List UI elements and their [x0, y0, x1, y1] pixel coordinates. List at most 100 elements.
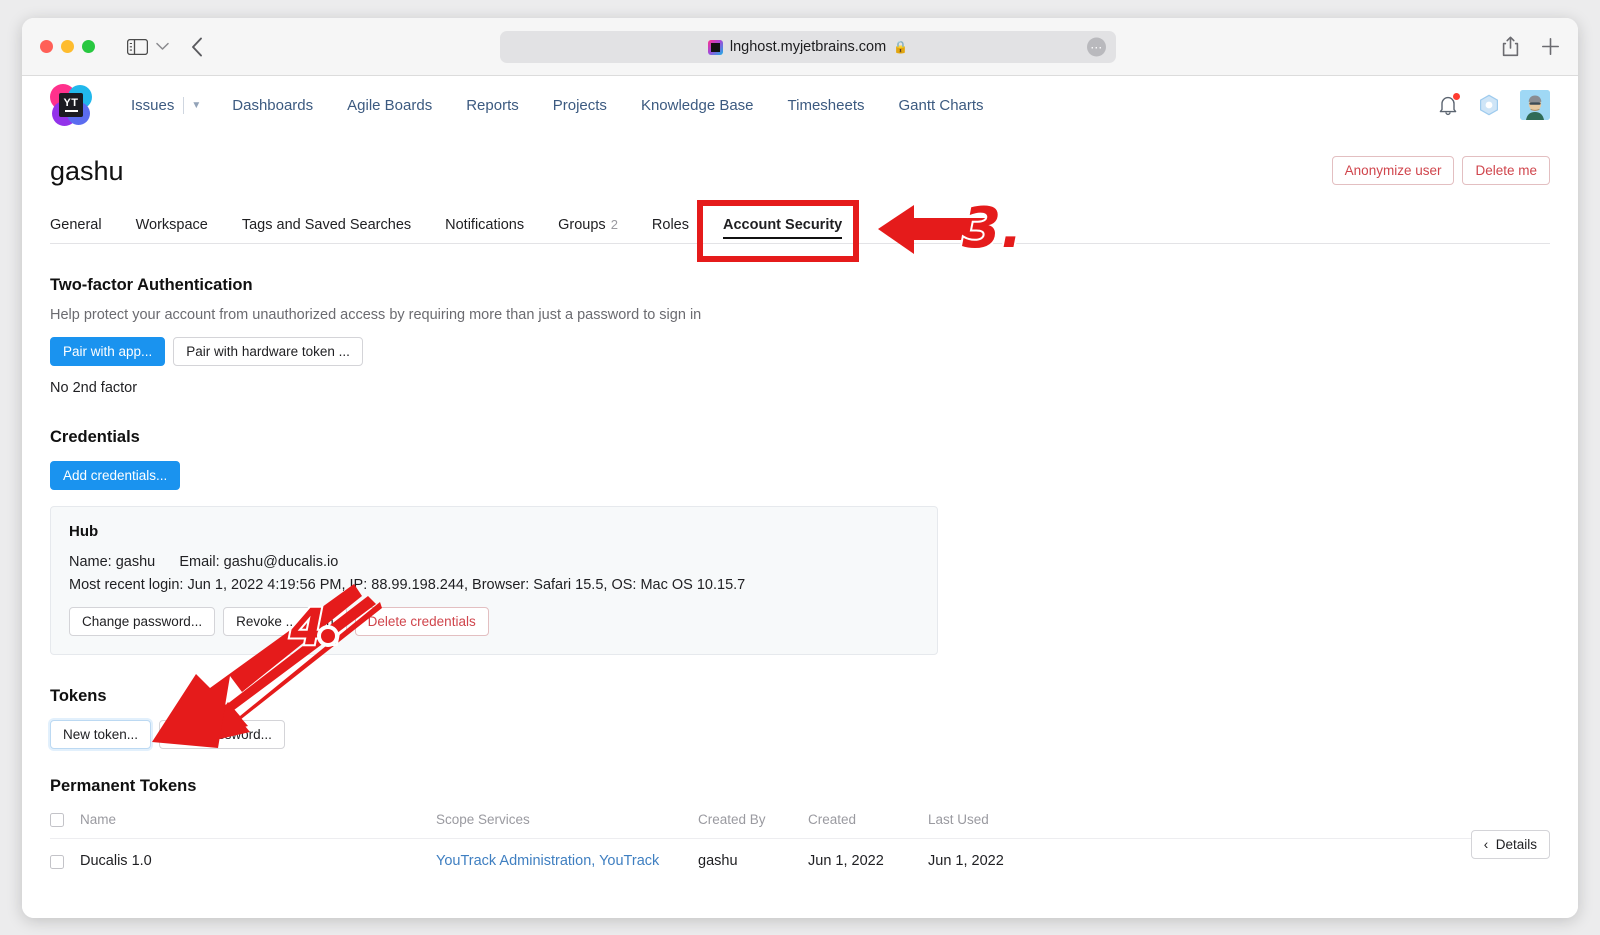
tab-label: Workspace: [136, 217, 208, 233]
hub-card-title: Hub: [69, 523, 919, 540]
two-factor-description: Help protect your account from unauthori…: [50, 307, 1550, 323]
avatar[interactable]: [1520, 90, 1550, 120]
tab-label: Notifications: [445, 217, 524, 233]
page-actions: Anonymize user Delete me: [1332, 156, 1550, 185]
logo-text: YT: [63, 98, 78, 108]
bell-icon[interactable]: [1438, 94, 1458, 116]
url-text: lnghost.myjetbrains.com: [730, 39, 886, 55]
maximize-window-button[interactable]: [82, 40, 95, 53]
details-button-wrap: ‹ Details: [1471, 830, 1550, 859]
column-scope[interactable]: Scope Services: [436, 812, 698, 839]
cell-created-by: gashu: [698, 839, 808, 870]
back-chevron-icon[interactable]: [191, 37, 203, 57]
credentials-buttons: Add credentials...: [50, 461, 1550, 490]
nav-item-agile-boards[interactable]: Agile Boards: [330, 97, 449, 114]
row-checkbox[interactable]: [50, 855, 64, 869]
nav-item-gantt-charts[interactable]: Gantt Charts: [882, 97, 1001, 114]
site-favicon-icon: [708, 40, 723, 55]
hub-name: Name: gashu: [69, 554, 155, 570]
column-created[interactable]: Created: [808, 812, 928, 839]
hub-email: Email: gashu@ducalis.io: [179, 554, 338, 570]
app-header: YT Issues ▼ Dashboards Agile Boards Repo…: [22, 76, 1578, 134]
revoke-token-button[interactable]: Revoke ... token: [223, 607, 347, 636]
tab-workspace[interactable]: Workspace: [136, 211, 226, 243]
hub-credentials-card: Hub Name: gashu Email: gashu@ducalis.io …: [50, 506, 938, 655]
header-right-actions: [1438, 90, 1550, 120]
tokens-buttons: New token... New password...: [50, 720, 1550, 749]
minimize-window-button[interactable]: [61, 40, 74, 53]
row-checkbox-cell[interactable]: [50, 839, 80, 870]
window-controls[interactable]: [40, 40, 95, 53]
hub-card-buttons: Change password... Revoke ... token Dele…: [69, 607, 919, 636]
pair-with-hardware-token-button[interactable]: Pair with hardware token ...: [173, 337, 363, 366]
column-name[interactable]: Name: [80, 812, 436, 839]
table-row[interactable]: Ducalis 1.0 YouTrack Administration, You…: [50, 839, 1550, 870]
permanent-tokens-heading: Permanent Tokens: [50, 777, 1550, 796]
page-title: gashu: [50, 134, 1550, 195]
permanent-tokens-table: Name Scope Services Created By Created L…: [50, 812, 1550, 869]
tokens-heading: Tokens: [50, 687, 1550, 706]
cell-created: Jun 1, 2022: [808, 839, 928, 870]
tab-groups[interactable]: Groups 2: [558, 211, 636, 243]
tab-roles[interactable]: Roles: [652, 211, 707, 243]
chevron-left-icon: ‹: [1484, 837, 1489, 852]
toolbar-right-actions: [1502, 36, 1560, 57]
change-password-button[interactable]: Change password...: [69, 607, 215, 636]
two-factor-buttons: Pair with app... Pair with hardware toke…: [50, 337, 1550, 366]
settings-tabs: General Workspace Tags and Saved Searche…: [50, 211, 1550, 244]
credentials-heading: Credentials: [50, 428, 1550, 447]
pair-with-app-button[interactable]: Pair with app...: [50, 337, 165, 366]
cell-last-used: Jun 1, 2022: [928, 839, 1550, 870]
sidebar-icon[interactable]: [127, 39, 148, 55]
nav-item-timesheets[interactable]: Timesheets: [771, 97, 882, 114]
lock-icon: 🔒: [893, 40, 908, 54]
hub-name-email-line: Name: gashu Email: gashu@ducalis.io: [69, 554, 919, 570]
close-window-button[interactable]: [40, 40, 53, 53]
tab-label: Roles: [652, 217, 689, 233]
nav-item-projects[interactable]: Projects: [536, 97, 624, 114]
nav-item-issues[interactable]: Issues: [114, 97, 183, 114]
address-bar[interactable]: lnghost.myjetbrains.com 🔒 ⋯: [500, 31, 1116, 63]
anonymize-user-button[interactable]: Anonymize user: [1332, 156, 1455, 185]
tab-account-security[interactable]: Account Security: [723, 211, 860, 243]
details-label: Details: [1496, 837, 1537, 852]
select-all-checkbox[interactable]: [50, 813, 64, 827]
scope-services-link[interactable]: YouTrack Administration, YouTrack: [436, 853, 659, 869]
delete-me-button[interactable]: Delete me: [1462, 156, 1550, 185]
share-icon[interactable]: [1502, 36, 1519, 57]
select-all-checkbox-cell[interactable]: [50, 812, 80, 839]
tab-tags-and-saved-searches[interactable]: Tags and Saved Searches: [242, 211, 429, 243]
add-credentials-button[interactable]: Add credentials...: [50, 461, 180, 490]
delete-credentials-button[interactable]: Delete credentials: [355, 607, 489, 636]
nav-item-reports[interactable]: Reports: [449, 97, 536, 114]
new-token-button[interactable]: New token...: [50, 720, 151, 749]
column-created-by[interactable]: Created By: [698, 812, 808, 839]
tab-notifications[interactable]: Notifications: [445, 211, 542, 243]
column-last-used[interactable]: Last Used: [928, 812, 1550, 839]
tab-label: Account Security: [723, 217, 842, 233]
tab-count: 2: [611, 217, 618, 232]
browser-window: lnghost.myjetbrains.com 🔒 ⋯: [22, 18, 1578, 918]
two-factor-status: No 2nd factor: [50, 380, 1550, 396]
gear-icon[interactable]: [1478, 94, 1500, 116]
page-content: gashu Anonymize user Delete me General W…: [22, 134, 1578, 918]
plus-icon[interactable]: [1541, 37, 1560, 56]
chevron-down-icon[interactable]: [156, 42, 169, 51]
new-password-button[interactable]: New password...: [159, 720, 285, 749]
browser-toolbar: lnghost.myjetbrains.com 🔒 ⋯: [22, 18, 1578, 76]
table-header-row: Name Scope Services Created By Created L…: [50, 812, 1550, 839]
screenshot-root: lnghost.myjetbrains.com 🔒 ⋯: [0, 0, 1600, 935]
youtrack-logo-icon[interactable]: YT: [50, 84, 92, 126]
tab-label: Groups: [558, 217, 606, 233]
nav-item-knowledge-base[interactable]: Knowledge Base: [624, 97, 771, 114]
issues-chevron-down-icon[interactable]: ▼: [184, 100, 211, 111]
details-button[interactable]: ‹ Details: [1471, 830, 1550, 859]
tab-general[interactable]: General: [50, 211, 120, 243]
nav-item-dashboards[interactable]: Dashboards: [215, 97, 330, 114]
hub-last-login-line: Most recent login: Jun 1, 2022 4:19:56 P…: [69, 577, 919, 593]
tab-label: General: [50, 217, 102, 233]
notification-badge: [1452, 92, 1461, 101]
cell-name: Ducalis 1.0: [80, 839, 436, 870]
more-ellipsis-icon[interactable]: ⋯: [1087, 38, 1106, 57]
main-navigation: Issues ▼ Dashboards Agile Boards Reports…: [114, 97, 1001, 114]
